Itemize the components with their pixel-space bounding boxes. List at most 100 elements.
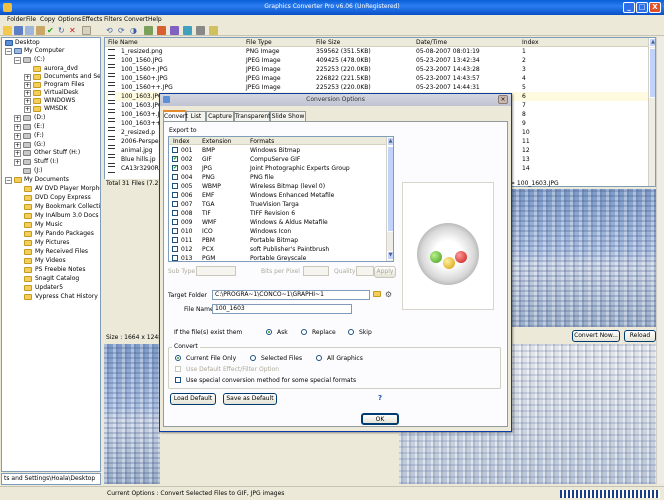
format-row[interactable]: 004 PNG PNG file: [169, 173, 393, 182]
exists-replace-radio[interactable]: [301, 329, 307, 335]
tab-convert[interactable]: Convert: [163, 110, 188, 121]
exists-skip-radio[interactable]: [348, 329, 354, 335]
format-checkbox[interactable]: ✔: [172, 156, 178, 162]
expand-icon[interactable]: +: [14, 150, 21, 157]
file-list-vscroll[interactable]: ▲: [648, 38, 655, 186]
tree-item-wmsdk[interactable]: WMSDK: [44, 105, 67, 113]
col-formats[interactable]: Formats: [250, 138, 274, 145]
tree-item-pando[interactable]: My Pando Packages: [35, 230, 94, 238]
menu-copy[interactable]: Copy: [40, 16, 55, 23]
tree-item-my-pictures[interactable]: My Pictures: [35, 239, 69, 247]
format-row[interactable]: ✔ 002 GIF CompuServe GIF: [169, 155, 393, 164]
tree-item-my-documents[interactable]: My Documents: [24, 176, 69, 184]
col-file-type[interactable]: File Type: [246, 39, 272, 46]
expand-icon[interactable]: +: [24, 90, 31, 97]
check-icon[interactable]: ✔: [47, 26, 56, 35]
col-index[interactable]: Index: [173, 138, 190, 145]
expand-icon[interactable]: +: [24, 82, 31, 89]
open-icon[interactable]: [3, 26, 12, 35]
tree-item-vypress[interactable]: Vypress Chat History: [35, 293, 98, 301]
menu-folder[interactable]: Folder: [7, 16, 26, 23]
expand-icon[interactable]: −: [5, 48, 12, 55]
convert-selected-radio[interactable]: [250, 355, 256, 361]
convert-now-button[interactable]: Convert Now...: [572, 330, 620, 342]
slideshow-icon[interactable]: [183, 26, 192, 35]
save-as-default-button[interactable]: Save as Default: [223, 393, 277, 405]
tree-item-snagit[interactable]: SnagIt Catalog: [35, 275, 79, 283]
delete-icon[interactable]: ✕: [69, 26, 78, 35]
format-checkbox[interactable]: [172, 210, 178, 216]
menu-effects[interactable]: Effects: [82, 16, 102, 23]
properties-icon[interactable]: [82, 26, 91, 35]
quality-select[interactable]: [356, 266, 374, 276]
scroll-down-icon[interactable]: ▼: [387, 251, 393, 260]
format-row[interactable]: 010 ICO Windows Icon: [169, 227, 393, 236]
tree-item-h-drive[interactable]: Other Stuff (H:): [34, 149, 80, 157]
flip-icon[interactable]: [144, 26, 153, 35]
sub-type-select[interactable]: [196, 266, 236, 276]
tree-item-dvd-copy[interactable]: DVD Copy Express: [35, 194, 91, 202]
expand-icon[interactable]: +: [14, 159, 21, 166]
tree-item-aurora-dvd[interactable]: aurora_dvd: [44, 65, 78, 73]
format-row[interactable]: 013 PGM Portable Greyscale: [169, 254, 393, 261]
tree-item-d-drive[interactable]: (D:): [34, 114, 45, 122]
expand-icon[interactable]: +: [14, 115, 21, 122]
paste-icon[interactable]: [36, 26, 45, 35]
convert-current-radio[interactable]: [175, 355, 181, 361]
reload-button[interactable]: Reload: [624, 330, 656, 342]
effects-icon[interactable]: [157, 26, 166, 35]
tree-item-ps-freebie[interactable]: PS Freebie Notes: [35, 266, 85, 274]
expand-icon[interactable]: −: [14, 57, 21, 64]
format-checkbox[interactable]: [172, 201, 178, 207]
close-button[interactable]: X: [649, 2, 661, 13]
menu-help[interactable]: Help: [148, 16, 162, 23]
forward-icon[interactable]: ⟳: [118, 26, 127, 35]
menu-options[interactable]: Options: [58, 16, 81, 23]
rotate-icon[interactable]: ◑: [130, 26, 139, 35]
format-row[interactable]: 007 TGA TrueVision Targa: [169, 200, 393, 209]
tree-path-field[interactable]: ts and Settings\Hoala\Desktop: [1, 473, 101, 485]
format-checkbox[interactable]: [172, 147, 178, 153]
tree-item-my-videos[interactable]: My Videos: [35, 257, 66, 265]
col-date-time[interactable]: Date/Time: [416, 39, 447, 46]
tree-item-f-drive[interactable]: (F:): [34, 132, 44, 140]
tree-item-c-drive[interactable]: (C:): [34, 56, 45, 64]
expand-icon[interactable]: +: [14, 142, 21, 149]
tab-transparent[interactable]: Transparent: [234, 111, 271, 121]
special-method-checkbox[interactable]: [175, 377, 181, 383]
format-row[interactable]: 006 EMF Windows Enhanced Metafile: [169, 191, 393, 200]
expand-icon[interactable]: +: [14, 133, 21, 140]
minimize-button[interactable]: _: [623, 2, 635, 13]
menu-filters[interactable]: Filters: [104, 16, 122, 23]
format-row[interactable]: 009 WMF Windows & Aldus Metafile: [169, 218, 393, 227]
tree-item-bookmarks[interactable]: My Bookmark Collections: [35, 203, 100, 211]
col-file-name[interactable]: File Name: [108, 39, 138, 46]
print-icon[interactable]: [196, 26, 205, 35]
main-vscroll[interactable]: [656, 37, 664, 484]
format-row[interactable]: 011 PBM Portable Bitmap: [169, 236, 393, 245]
file-name-field[interactable]: 100_1603: [212, 304, 352, 314]
tab-slide-show[interactable]: Slide Show: [270, 111, 306, 121]
filter-icon[interactable]: [170, 26, 179, 35]
tree-item-i-drive[interactable]: Stuff (I:): [34, 158, 58, 166]
expand-icon[interactable]: +: [24, 106, 31, 113]
format-checkbox[interactable]: [172, 228, 178, 234]
format-checkbox[interactable]: [172, 192, 178, 198]
format-checkbox[interactable]: [172, 255, 178, 261]
format-checkbox[interactable]: [172, 183, 178, 189]
table-row[interactable]: 100_1560+.JPG JPEG Image 225253 (220.0KB) 0…: [105, 65, 655, 74]
tree-item-documents-settings[interactable]: Documents and Settings: [44, 73, 100, 81]
scroll-up-icon[interactable]: ▲: [387, 137, 393, 146]
format-checkbox[interactable]: ✔: [172, 165, 178, 171]
expand-icon[interactable]: −: [5, 177, 12, 184]
copy-icon[interactable]: [25, 26, 34, 35]
tab-capture[interactable]: Capture: [206, 111, 234, 121]
dialog-close-button[interactable]: ×: [498, 95, 508, 104]
table-row[interactable]: 100_1560++.JPG JPEG Image 225253 (220.0KB)…: [105, 83, 655, 92]
tree-item-my-music[interactable]: My Music: [35, 221, 63, 229]
tree-item-updater5[interactable]: Updater5: [35, 284, 63, 292]
back-icon[interactable]: ⟲: [106, 26, 115, 35]
default-effect-checkbox[interactable]: [175, 366, 181, 372]
tree-item-virtualdesk[interactable]: VirtualDesk: [44, 89, 79, 97]
ok-button[interactable]: OK: [361, 413, 399, 425]
